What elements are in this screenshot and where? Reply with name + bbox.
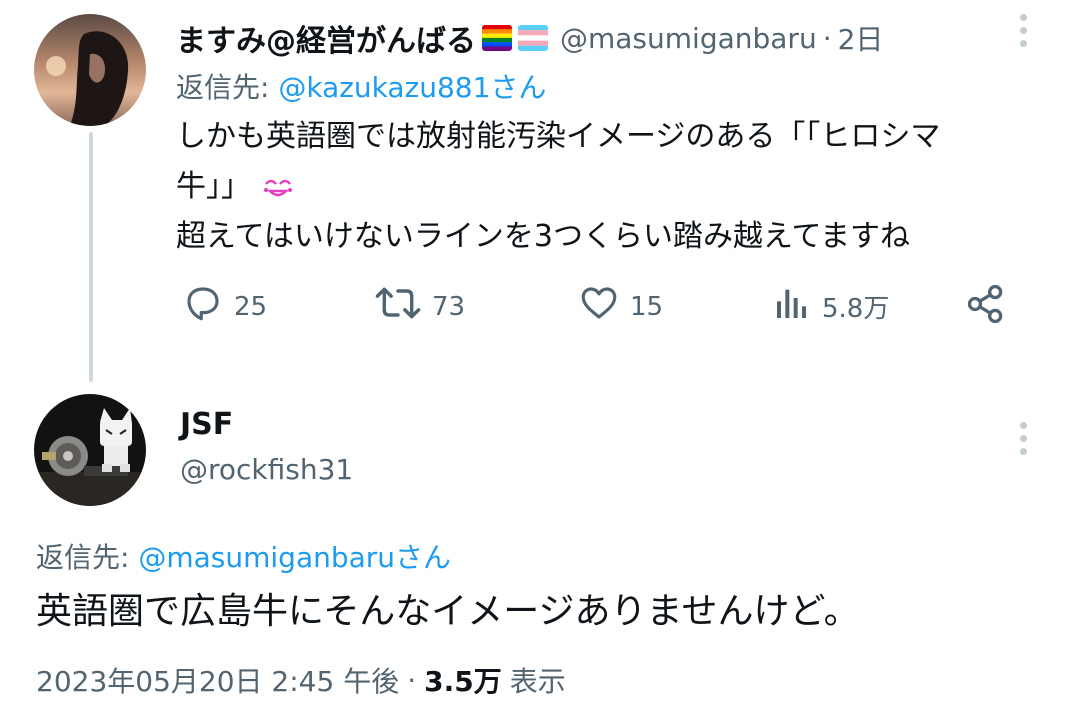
reply-to-label: 返信先: <box>36 541 130 574</box>
like-button[interactable]: 15 <box>578 282 663 331</box>
reply-icon <box>182 282 224 331</box>
views-count: 5.8万 <box>822 294 890 324</box>
author-display-name[interactable]: JSF <box>180 404 353 446</box>
reply-count: 25 <box>234 291 268 322</box>
tweet-body: 英語圏で広島牛にそんなイメージありませんけど。 <box>36 591 860 632</box>
views-button[interactable]: 5.8万 <box>772 282 889 331</box>
avatar-masumi[interactable] <box>34 14 146 126</box>
tweet-body-line-2: 牛」」 <box>176 169 251 204</box>
thread-line <box>89 132 93 382</box>
analytics-bars-icon <box>772 282 812 331</box>
share-icon[interactable] <box>964 282 1008 330</box>
tweet-body: しかも英語圏では放射能汚染イメージのある「「ヒロシマ 牛」」 超えてはいけないラ… <box>176 112 1026 262</box>
transgender-flag-icon <box>518 25 548 51</box>
views-count: 3.5万 <box>424 665 502 698</box>
more-options-icon[interactable] <box>1018 422 1028 455</box>
separator-dot: · <box>407 663 417 697</box>
views-label: 表示 <box>509 665 566 698</box>
tweet-body-line-1: しかも英語圏では放射能汚染イメージのある「「ヒロシマ <box>176 119 941 154</box>
like-count: 15 <box>630 291 664 322</box>
author-handle[interactable]: @rockfish31 <box>180 446 353 494</box>
reply-to-handle-link[interactable]: @masumiganbaruさん <box>138 541 451 574</box>
reply-button[interactable]: 25 <box>182 282 267 331</box>
smiling-face-with-tears-icon <box>261 170 295 204</box>
retweet-button[interactable]: 73 <box>374 282 465 331</box>
retweet-icon <box>374 282 422 331</box>
author-display-name[interactable]: ますみ@経営がんばる <box>176 16 476 60</box>
avatar-jsf[interactable] <box>34 394 146 506</box>
retweet-count: 73 <box>432 291 466 322</box>
separator-dot: · <box>822 21 832 55</box>
reply-to-handle-link[interactable]: @kazukazu881さん <box>278 71 546 104</box>
tweet-time[interactable]: 2日 <box>838 18 884 58</box>
rainbow-flag-icon <box>482 25 512 51</box>
tweet-timestamp[interactable]: 2023年05月20日 2:45 午後 <box>36 660 399 700</box>
more-options-icon[interactable] <box>1018 14 1028 47</box>
heart-icon <box>578 282 620 331</box>
reply-to-label: 返信先: <box>176 71 270 104</box>
tweet-body-line-3: 超えてはいけないラインを3つくらい踏み越えてますね <box>176 219 910 254</box>
author-handle[interactable]: @masumiganbaru <box>560 22 817 55</box>
